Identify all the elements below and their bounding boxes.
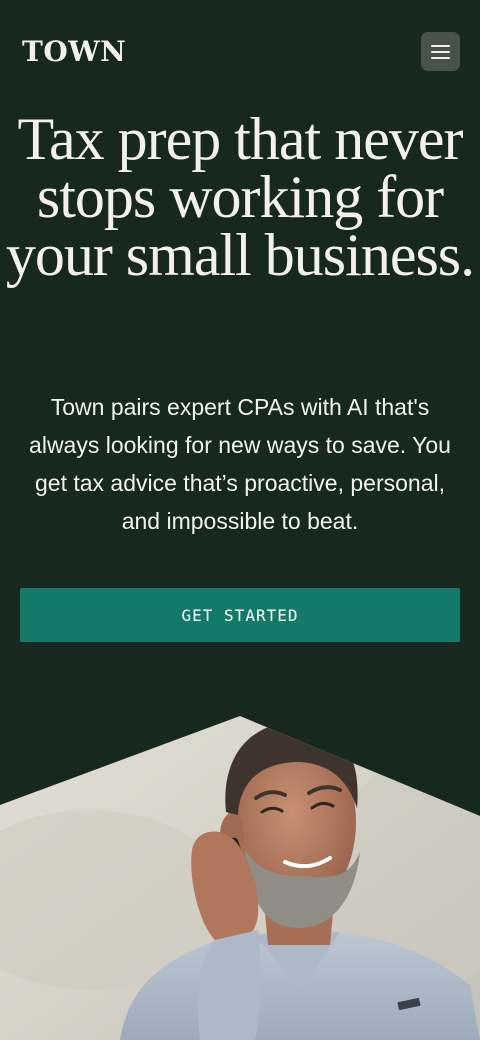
town-logo[interactable]: TOWN [22,33,126,71]
hero-headline: Tax prep that never stops working for yo… [5,106,475,288]
hero-description: Town pairs expert CPAs with AI that's al… [29,394,451,534]
get-started-button[interactable]: GET STARTED [20,588,460,642]
site-header: TOWN [0,0,480,100]
hamburger-menu-button[interactable] [421,32,460,71]
hamburger-menu-icon [431,50,450,53]
hamburger-menu-icon [431,56,450,59]
landing-page: TOWN Tax prep that never stops working f… [0,0,480,1040]
hamburger-menu-icon [431,44,450,47]
